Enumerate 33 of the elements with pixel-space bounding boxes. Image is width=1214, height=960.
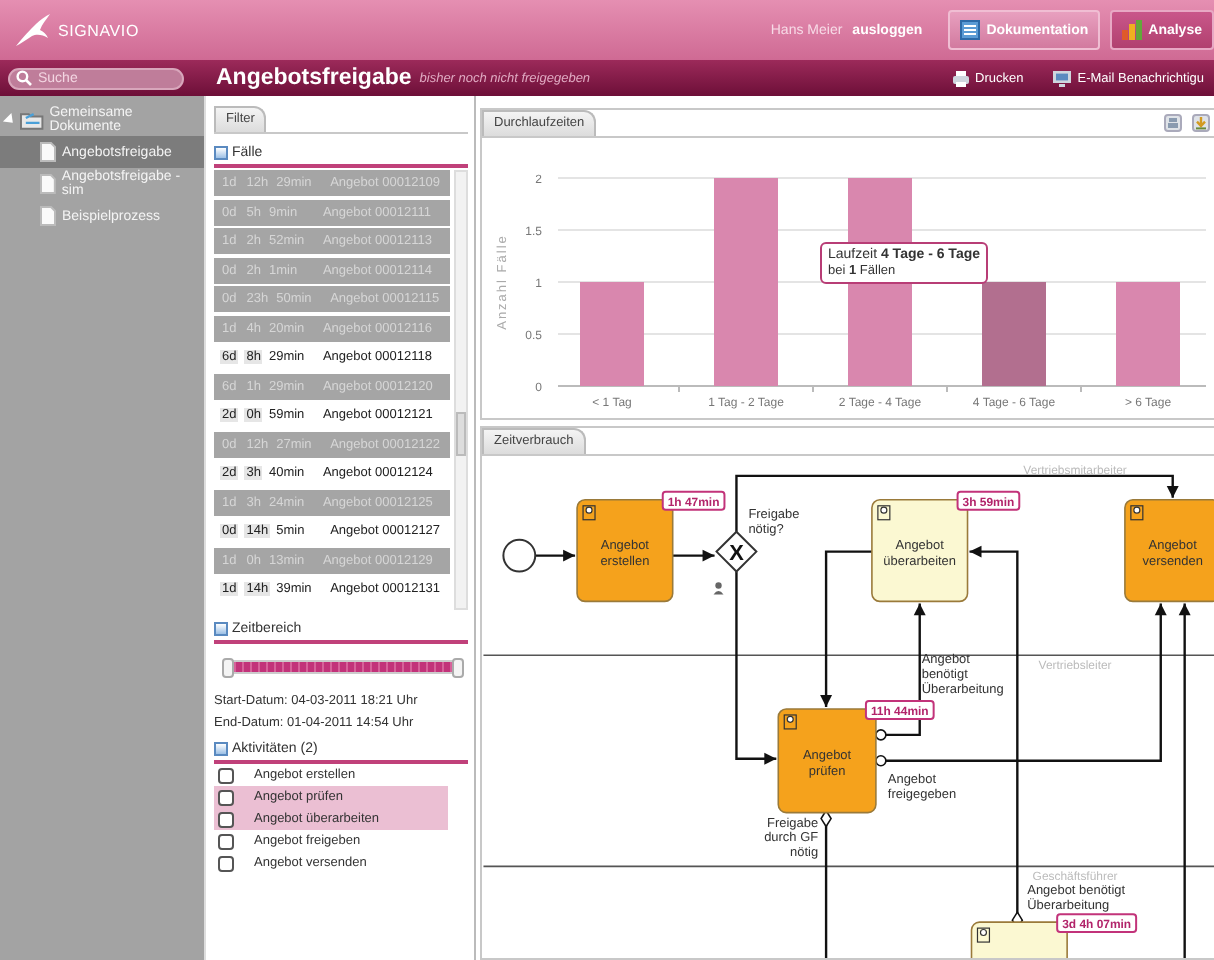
start-event-circle xyxy=(502,538,537,573)
flow-arrow xyxy=(535,549,576,562)
slider-handle[interactable] xyxy=(452,658,464,678)
person-icon xyxy=(1130,505,1144,521)
task-box[interactable] xyxy=(1124,499,1214,603)
person-icon xyxy=(976,927,991,943)
person-icon xyxy=(582,505,596,521)
search-icon xyxy=(16,70,32,86)
bird-logo-icon xyxy=(12,12,52,48)
flow-arrow xyxy=(672,549,715,562)
logo-text: SIGNAVIO xyxy=(58,21,139,39)
collapse-toggle-icon[interactable] xyxy=(214,622,228,636)
collapse-toggle-icon[interactable] xyxy=(214,742,228,756)
bar-chart-icon xyxy=(1122,20,1143,40)
checkbox[interactable] xyxy=(218,789,234,805)
checkbox[interactable] xyxy=(218,833,234,849)
checkbox[interactable] xyxy=(218,767,234,783)
folder-icon xyxy=(20,110,44,130)
download-icon[interactable] xyxy=(1192,114,1210,132)
scrollbar[interactable] xyxy=(454,170,468,610)
checkbox[interactable] xyxy=(218,811,234,827)
person-icon xyxy=(783,714,797,730)
person-icon xyxy=(877,505,891,521)
slider-handle[interactable] xyxy=(222,658,234,678)
checkbox[interactable] xyxy=(218,855,234,871)
collapse-toggle-icon[interactable] xyxy=(214,146,228,160)
page-title: Angebotsfreigabe xyxy=(216,66,412,90)
printer-icon[interactable] xyxy=(1164,114,1182,132)
printer-icon xyxy=(951,69,970,87)
document-icon xyxy=(960,20,981,40)
person-icon xyxy=(713,582,724,595)
gateway-marker: X xyxy=(729,541,744,566)
monitor-icon xyxy=(1051,69,1072,87)
